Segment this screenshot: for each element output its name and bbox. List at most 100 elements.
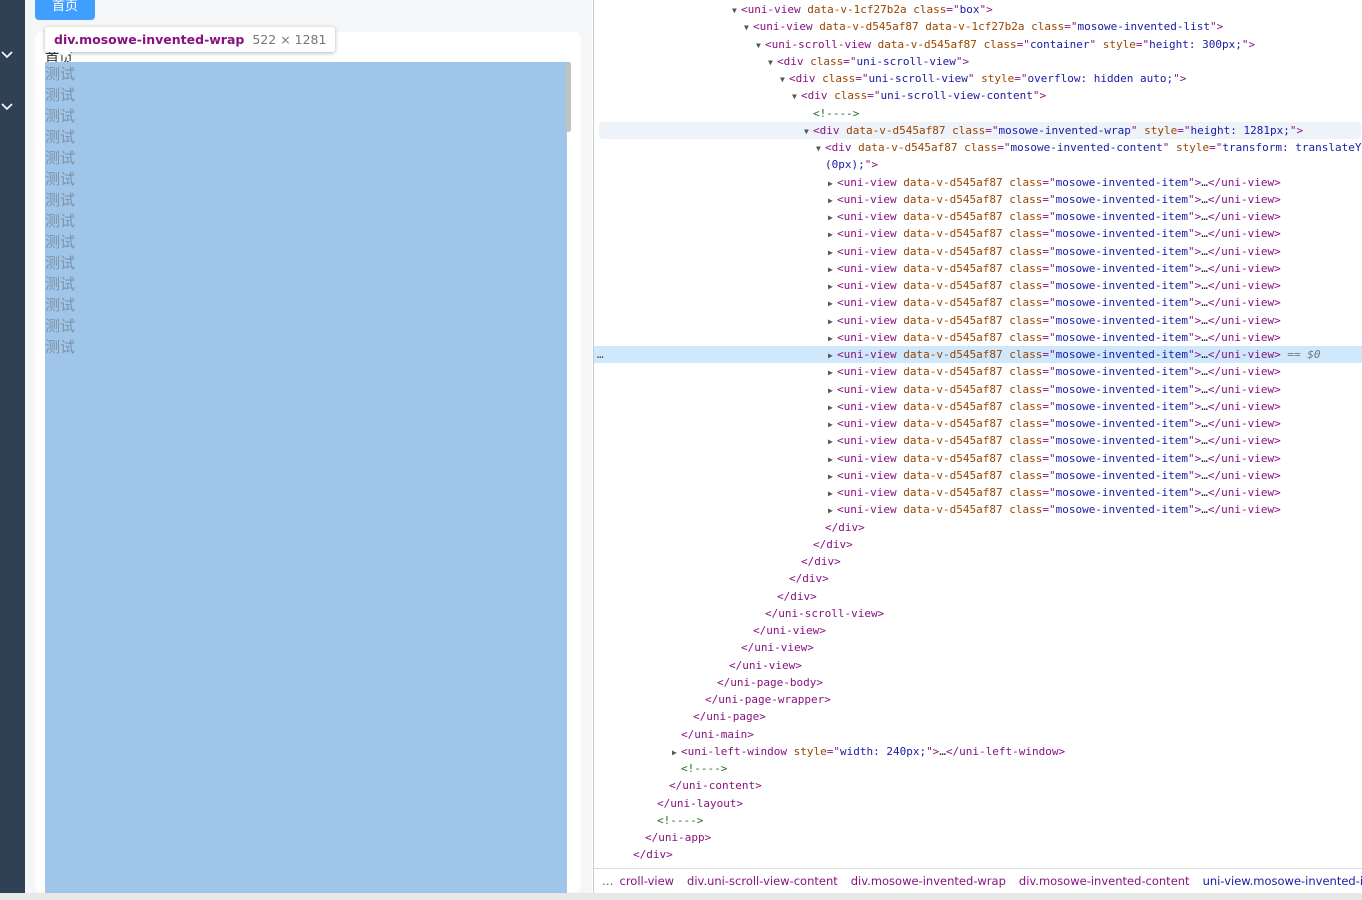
list-item[interactable]: 测试 <box>45 190 105 211</box>
collapse-triangle-icon[interactable]: ▶ <box>828 485 837 502</box>
collapse-triangle-icon[interactable]: ▶ <box>828 330 837 347</box>
dom-node-line[interactable]: </uni-main> <box>594 726 1362 743</box>
dom-node-line[interactable]: </uni-content> <box>594 777 1362 794</box>
chevron-down-icon[interactable] <box>0 100 14 114</box>
expand-triangle-icon[interactable]: ▼ <box>816 140 825 157</box>
list-item[interactable]: 测试 <box>45 253 105 274</box>
dom-node-line[interactable]: </uni-page> <box>594 708 1362 725</box>
dom-node-line[interactable]: ▼ <div data-v-d545af87 class="mosowe-inve… <box>599 121 1361 140</box>
dom-node-line[interactable]: </uni-view> <box>594 639 1362 656</box>
dom-node-line[interactable]: ▶ <uni-view data-v-d545af87 class="mosowe… <box>594 501 1362 518</box>
collapse-triangle-icon[interactable]: ▶ <box>828 226 837 243</box>
dom-node-line[interactable]: </div> <box>594 588 1362 605</box>
list-item[interactable]: 测试 <box>45 106 105 127</box>
dom-node-line[interactable]: ▼ <div class="uni-scroll-view" style="ove… <box>594 70 1362 87</box>
dom-node-line[interactable]: ▼ <uni-view data-v-d545af87 data-v-1cf27b… <box>594 18 1362 35</box>
dom-node-line[interactable]: … ▶ <uni-view data-v-d545af87 class="mosow… <box>594 346 1362 363</box>
chevron-down-icon[interactable] <box>0 48 14 62</box>
dom-node-line[interactable]: ▶ <uni-view data-v-d545af87 class="mosowe… <box>594 329 1362 346</box>
dom-node-line[interactable]: ▼ <uni-scroll-view data-v-d545af87 class=… <box>594 36 1362 53</box>
collapse-triangle-icon[interactable]: ▶ <box>828 502 837 519</box>
dom-node-line[interactable]: ▼ <div class="uni-scroll-view-content"> <box>594 87 1362 104</box>
dom-node-line[interactable]: </div> <box>594 846 1362 863</box>
dom-node-line[interactable]: </uni-app> <box>594 829 1362 846</box>
dom-node-line[interactable]: ▶ <uni-view data-v-d545af87 class="mosowe… <box>594 467 1362 484</box>
dom-node-line[interactable]: </uni-page-wrapper> <box>594 691 1362 708</box>
list-item[interactable]: 测试 <box>45 232 105 253</box>
more-icon[interactable]: … <box>597 346 604 363</box>
dom-node-line[interactable]: ▶ <uni-view data-v-d545af87 class="mosowe… <box>594 381 1362 398</box>
collapse-triangle-icon[interactable]: ▶ <box>828 347 837 364</box>
dom-node-line[interactable]: </div> <box>594 536 1362 553</box>
list-item[interactable]: 测试 <box>45 337 105 358</box>
dom-node-line[interactable]: ▶ <uni-view data-v-d545af87 class="mosowe… <box>594 432 1362 449</box>
collapse-triangle-icon[interactable]: ▶ <box>828 244 837 261</box>
breadcrumb-more[interactable]: … <box>602 874 614 888</box>
dom-node-line[interactable]: <!----> <box>594 760 1362 777</box>
home-button[interactable]: 首页 <box>35 0 95 20</box>
expand-triangle-icon[interactable]: ▼ <box>744 19 753 36</box>
expand-triangle-icon[interactable]: ▼ <box>732 2 741 19</box>
expand-triangle-icon[interactable]: ▼ <box>768 54 777 71</box>
collapse-triangle-icon[interactable]: ▶ <box>828 364 837 381</box>
collapse-triangle-icon[interactable]: ▶ <box>672 744 681 761</box>
dom-node-line[interactable]: </uni-layout> <box>594 795 1362 812</box>
list-item[interactable]: 测试 <box>45 169 105 190</box>
list-item[interactable]: 测试 <box>45 127 105 148</box>
dom-node-line[interactable]: ▼ <uni-view data-v-1cf27b2a class="box"> <box>594 1 1362 18</box>
list-item[interactable]: 测试 <box>45 211 105 232</box>
scrollbar-thumb[interactable] <box>566 62 571 132</box>
list-item[interactable]: 测试 <box>45 295 105 316</box>
dom-node-line[interactable]: </div> <box>594 553 1362 570</box>
dom-node-line[interactable]: ▶ <uni-view data-v-d545af87 class="mosowe… <box>594 225 1362 242</box>
breadcrumb-item[interactable]: croll-view <box>620 874 675 888</box>
breadcrumb-item[interactable]: div.mosowe-invented-wrap <box>851 874 1006 888</box>
collapse-triangle-icon[interactable]: ▶ <box>828 468 837 485</box>
expand-triangle-icon[interactable]: ▼ <box>804 123 813 140</box>
collapse-triangle-icon[interactable]: ▶ <box>828 261 837 278</box>
collapse-triangle-icon[interactable]: ▶ <box>828 175 837 192</box>
dom-node-line[interactable]: <!----> <box>594 105 1362 122</box>
dom-node-line[interactable]: </div> <box>594 519 1362 536</box>
expand-triangle-icon[interactable]: ▼ <box>792 88 801 105</box>
dom-node-line[interactable]: ▶ <uni-view data-v-d545af87 class="mosowe… <box>594 208 1362 225</box>
list-item[interactable]: 测试 <box>45 316 105 337</box>
dom-node-line[interactable]: ▶ <uni-view data-v-d545af87 class="mosowe… <box>594 243 1362 260</box>
dom-node-line[interactable]: </uni-view> <box>594 657 1362 674</box>
expand-triangle-icon[interactable]: ▼ <box>756 37 765 54</box>
dom-node-line[interactable]: ▶ <uni-view data-v-d545af87 class="mosowe… <box>594 312 1362 329</box>
elements-tree[interactable]: ▼ <uni-view data-v-1cf27b2a class="box"> ▼… <box>594 1 1362 867</box>
dom-node-line[interactable]: ▶ <uni-view data-v-d545af87 class="mosowe… <box>594 260 1362 277</box>
collapse-triangle-icon[interactable]: ▶ <box>828 313 837 330</box>
dom-node-line[interactable]: (0px);"> <box>594 156 1362 173</box>
dom-node-line[interactable]: ▼ <div data-v-d545af87 class="mosowe-inve… <box>594 139 1362 156</box>
dom-node-line[interactable]: ▶ <uni-left-window style="width: 240px;">… <box>594 743 1362 760</box>
dom-node-line[interactable]: ▶ <uni-view data-v-d545af87 class="mosowe… <box>594 277 1362 294</box>
list-item[interactable]: 测试 <box>45 85 105 106</box>
dom-node-line[interactable]: ▶ <uni-view data-v-d545af87 class="mosowe… <box>594 484 1362 501</box>
invented-list[interactable]: 测试 测试 测试 测试 测试 测试 测试 测试 测试 测试 测试 测试 测试 测试 <box>45 64 105 360</box>
collapse-triangle-icon[interactable]: ▶ <box>828 295 837 312</box>
list-item[interactable]: 测试 <box>45 148 105 169</box>
dom-node-line[interactable]: </uni-scroll-view> <box>594 605 1362 622</box>
collapse-triangle-icon[interactable]: ▶ <box>828 451 837 468</box>
dom-node-line[interactable]: ▶ <uni-view data-v-d545af87 class="mosowe… <box>594 415 1362 432</box>
dom-node-line[interactable]: ▶ <uni-view data-v-d545af87 class="mosowe… <box>594 191 1362 208</box>
collapse-triangle-icon[interactable]: ▶ <box>828 209 837 226</box>
list-item[interactable]: 测试 <box>45 64 105 85</box>
dom-node-line[interactable]: <!----> <box>594 812 1362 829</box>
dom-node-line[interactable]: </div> <box>594 570 1362 587</box>
collapse-triangle-icon[interactable]: ▶ <box>828 278 837 295</box>
collapse-triangle-icon[interactable]: ▶ <box>828 192 837 209</box>
dom-node-line[interactable]: </uni-view> <box>594 622 1362 639</box>
expand-triangle-icon[interactable]: ▼ <box>780 71 789 88</box>
dom-node-line[interactable]: </uni-page-body> <box>594 674 1362 691</box>
dom-node-line[interactable]: ▶ <uni-view data-v-d545af87 class="mosowe… <box>594 398 1362 415</box>
collapse-triangle-icon[interactable]: ▶ <box>828 433 837 450</box>
breadcrumb-item[interactable]: div.mosowe-invented-content <box>1019 874 1190 888</box>
dom-node-line[interactable]: ▶ <uni-view data-v-d545af87 class="mosowe… <box>594 174 1362 191</box>
dom-node-line[interactable]: ▶ <uni-view data-v-d545af87 class="mosowe… <box>594 294 1362 311</box>
dom-node-line[interactable]: ▶ <uni-view data-v-d545af87 class="mosowe… <box>594 450 1362 467</box>
list-item[interactable]: 测试 <box>45 274 105 295</box>
dom-node-line[interactable]: ▶ <uni-view data-v-d545af87 class="mosowe… <box>594 363 1362 380</box>
